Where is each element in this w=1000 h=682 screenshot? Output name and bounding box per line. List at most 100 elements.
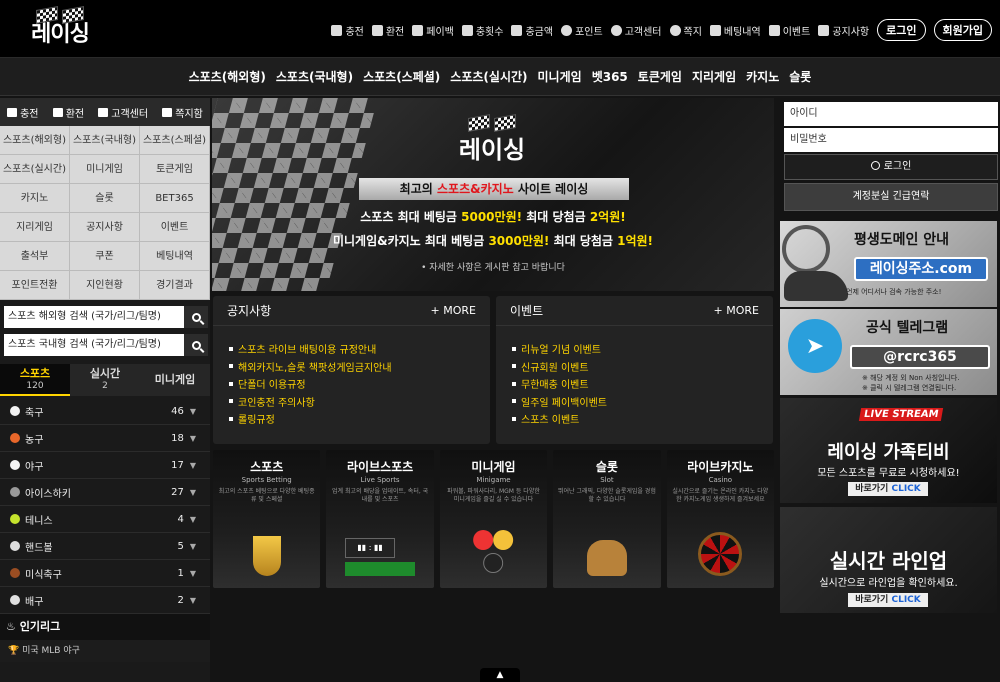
list-item[interactable]: 농구 18 ▼ (0, 425, 210, 452)
ad-lineup[interactable]: 실시간 라인업 실시간으로 라인업을 확인하세요. 바로가기 CLICK (780, 507, 997, 613)
grid-item[interactable]: 토큰게임 (140, 155, 210, 184)
top-menu-charge-count[interactable]: 충횟수 (461, 23, 504, 38)
event-more-link[interactable]: + MORE (714, 296, 759, 325)
grid-item[interactable]: 쿠폰 (70, 242, 140, 271)
list-item[interactable]: 해외카지노,슬롯 책팟성게임금지안내 (229, 358, 490, 376)
id-input[interactable]: 아이디 (784, 102, 998, 126)
search-domestic-button[interactable] (184, 334, 208, 356)
list-item[interactable]: 신규회원 이벤트 (512, 358, 773, 376)
top-menu-point[interactable]: 포인트 (561, 23, 603, 38)
list-item[interactable]: 스포츠 라이브 배팅이용 규정안내 (229, 340, 490, 358)
list-item[interactable]: 스포츠 이벤트 (512, 410, 773, 428)
grid-item[interactable]: 미니게임 (70, 155, 140, 184)
top-menu-payback[interactable]: 페이백 (412, 23, 454, 38)
grid-item[interactable]: 경기결과 (140, 271, 210, 300)
go-button[interactable]: 바로가기 CLICK (848, 593, 928, 607)
search-domestic-input[interactable]: 스포츠 국내형 검색 (국가/리그/팀명) (4, 334, 184, 356)
list-item[interactable]: 축구 46 ▼ (0, 398, 210, 425)
top-menu-label: 충횟수 (475, 26, 504, 38)
nav-sports-live[interactable]: 스포츠(실시간) (445, 68, 532, 85)
event-panel: 이벤트 + MORE 리뉴얼 기념 이벤트 신규회원 이벤트 무한매충 이벤트 일… (496, 296, 773, 444)
nav-jiri-game[interactable]: 지리게임 (687, 68, 741, 85)
go-button[interactable]: 바로가기 CLICK (848, 482, 928, 496)
nav-token-game[interactable]: 토큰게임 (633, 68, 687, 85)
top-menu-support[interactable]: 고객센터 (610, 23, 662, 38)
list-item[interactable]: 아이스하키 27 ▼ (0, 479, 210, 506)
nav-sports-overseas[interactable]: 스포츠(해외형) (184, 68, 271, 85)
tab-live[interactable]: 실시간 2 (70, 364, 140, 396)
site-logo[interactable]: 레이싱 (28, 6, 92, 52)
register-button[interactable]: 회원가입 (933, 19, 992, 41)
top-menu-bet-history[interactable]: 베팅내역 (709, 23, 761, 38)
list-item[interactable]: 핸드볼 5 ▼ (0, 533, 210, 560)
grid-item[interactable]: BET365 (140, 184, 210, 213)
list-item[interactable]: 야구 17 ▼ (0, 452, 210, 479)
grid-item[interactable]: 지인현황 (70, 271, 140, 300)
list-item[interactable]: 리뉴얼 기념 이벤트 (512, 340, 773, 358)
game-card-slot[interactable]: 슬롯 Slot 뛰어난 그래픽, 다양한 슬롯게임을 경험할 수 있습니다 (553, 450, 661, 588)
grid-item[interactable]: 스포츠(해외형) (0, 126, 70, 155)
banner-logo-text: 레이싱 (458, 136, 526, 164)
grid-item[interactable]: 베팅내역 (140, 242, 210, 271)
search-overseas-button[interactable] (184, 306, 208, 328)
nav-sports-domestic[interactable]: 스포츠(국내형) (271, 68, 358, 85)
list-item[interactable]: 단폴더 이용규정 (229, 375, 490, 393)
top-menu-notice[interactable]: 공지사항 (818, 23, 869, 38)
list-item[interactable]: 미식축구 1 ▼ (0, 560, 210, 587)
grid-item[interactable]: 스포츠(국내형) (70, 126, 140, 155)
grid-item[interactable]: 스포츠(실시간) (0, 155, 70, 184)
card-icon (331, 24, 343, 36)
nav-minigame[interactable]: 미니게임 (533, 68, 587, 85)
grid-item[interactable]: 포인트전환 (0, 271, 70, 300)
login-button[interactable]: 로그인 (877, 19, 926, 41)
game-card-live-casino[interactable]: 라이브카지노 Casino 실시간으로 즐기는 온라인 카지노 다양한 카지노게… (666, 450, 775, 588)
quick-label: 고객센터 (111, 108, 149, 120)
search-overseas-input[interactable]: 스포츠 해외형 검색 (국가/리그/팀명) (4, 306, 184, 328)
ad-domain[interactable]: 평생도메인 안내 레이싱주소.com 언제 어디서나 검속 가능한 주소! (780, 221, 997, 307)
list-item[interactable]: 코인충전 주의사항 (229, 393, 490, 411)
list-item[interactable]: 배구 2 ▼ (0, 587, 210, 614)
quick-support[interactable]: 고객센터 (98, 105, 148, 120)
lost-account-button[interactable]: 계정분실 긴급연락 (784, 183, 998, 211)
top-menu-event[interactable]: 이벤트 (768, 23, 810, 38)
nav-sports-special[interactable]: 스포츠(스페셜) (358, 68, 445, 85)
grid-item[interactable]: 스포츠(스페셜) (140, 126, 210, 155)
password-input[interactable]: 비밀번호 (784, 128, 998, 152)
quick-label: 쪽지함 (175, 108, 203, 120)
grid-item[interactable]: 슬롯 (70, 184, 140, 213)
top-menu-exchange[interactable]: 환전 (371, 23, 404, 38)
nav-slot[interactable]: 슬롯 (784, 68, 816, 85)
tab-minigame[interactable]: 미니게임 (140, 364, 210, 396)
game-card-sports[interactable]: 스포츠 Sports Betting 최고의 스포츠 베팅으로 다양한 베팅종류… (213, 450, 321, 588)
nav-bet365[interactable]: 벳365 (587, 68, 633, 85)
grid-item[interactable]: 출석부 (0, 242, 70, 271)
list-item[interactable]: 무한매충 이벤트 (512, 375, 773, 393)
popular-league-item[interactable]: 🏆 미국 MLB 야구 (0, 640, 210, 662)
quick-exchange[interactable]: 환전 (52, 105, 84, 120)
ad-live-tv[interactable]: LIVE STREAM 레이싱 가족티비 모든 스포츠를 무료로 시청하세요! … (780, 398, 997, 503)
quick-messages[interactable]: 쪽지함 (162, 105, 203, 120)
game-title: 라이브스포츠 (346, 460, 414, 474)
game-card-minigame[interactable]: 미니게임 Minigame 파워볼, 파워사다리, MGM 등 다양한 미니게임… (439, 450, 548, 588)
list-item[interactable]: 롤링규정 (229, 410, 490, 428)
login-submit-button[interactable]: 로그인 (784, 154, 998, 180)
list-item[interactable]: 일주일 페이백이벤트 (512, 393, 773, 411)
notice-more-link[interactable]: + MORE (431, 296, 476, 325)
grid-item[interactable]: 공지사항 (70, 213, 140, 242)
top-menu-charge[interactable]: 충전 (331, 23, 364, 38)
sport-count: 46 (171, 405, 184, 417)
grid-item[interactable]: 이벤트 (140, 213, 210, 242)
nav-casino[interactable]: 카지노 (741, 68, 784, 85)
list-item[interactable]: 테니스 4 ▼ (0, 506, 210, 533)
quick-charge[interactable]: 충전 (7, 105, 39, 120)
event-list: 리뉴얼 기념 이벤트 신규회원 이벤트 무한매충 이벤트 일주일 페이백이벤트 … (496, 326, 773, 428)
ad-telegram[interactable]: ➤ 공식 텔레그램 @rcrc365 ※ 해당 계정 외 Non 사칭입니다. … (780, 309, 997, 395)
main-banner[interactable]: 레이싱 최고의 스포츠&카지노 사이트 레이싱 스포츠 최대 베팅금 5000만… (212, 98, 774, 291)
top-menu-charge-amount[interactable]: 충금액 (511, 23, 553, 38)
top-menu-message[interactable]: 쪽지 (669, 23, 702, 38)
tab-sports[interactable]: 스포츠 120 (0, 364, 70, 396)
game-card-live-sports[interactable]: 라이브스포츠 Live Sports 업계 최고의 배당을 업데이트, 속터, … (326, 450, 434, 588)
scroll-top-button[interactable]: ▲ (480, 668, 520, 682)
grid-item[interactable]: 카지노 (0, 184, 70, 213)
grid-item[interactable]: 지리게임 (0, 213, 70, 242)
